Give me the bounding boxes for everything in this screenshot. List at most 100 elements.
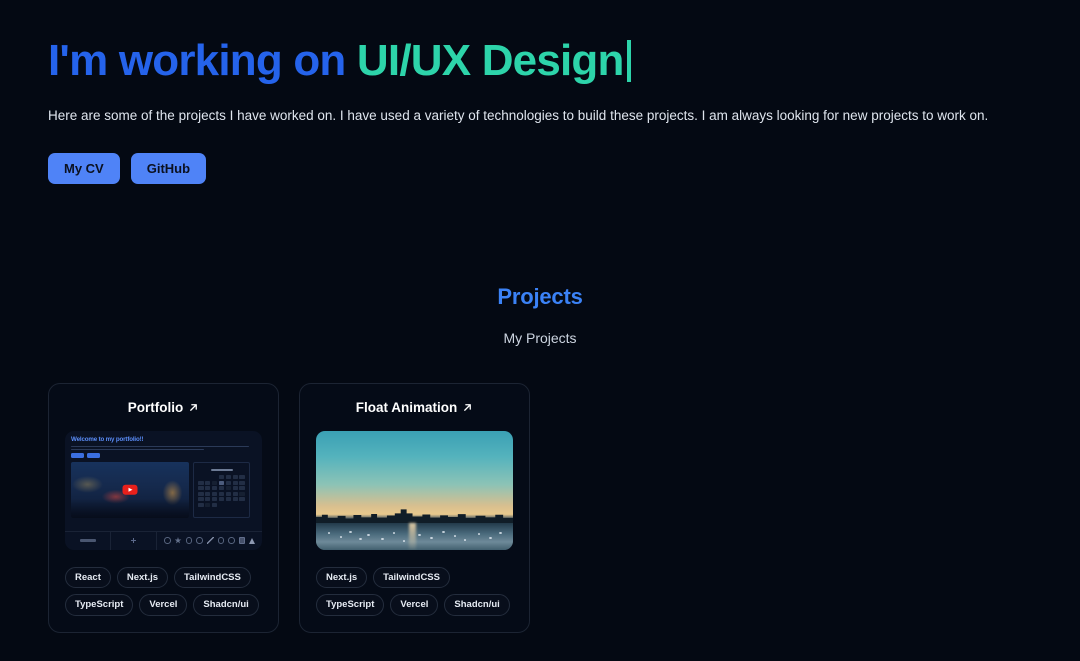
boat-dot — [499, 531, 502, 534]
calendar-day-cell — [239, 474, 245, 480]
refresh-icon — [228, 537, 235, 544]
my-cv-button[interactable]: My CV — [48, 152, 120, 184]
calendar-day-cell — [225, 491, 232, 496]
boat-dot — [392, 531, 396, 534]
calendar-day-cell — [239, 486, 245, 491]
calendar-day-cell — [239, 491, 245, 496]
hero-section: I'm working on UI/UX Design Here are som… — [0, 0, 1080, 184]
calendar-day-cell — [204, 497, 211, 502]
tech-tag[interactable]: Vercel — [139, 594, 188, 617]
calendar-day-cell — [198, 475, 204, 479]
plus-icon — [131, 538, 136, 544]
calendar-day-cell — [239, 503, 245, 507]
calendar-day-cell — [198, 480, 204, 485]
tech-tag[interactable]: Shadcn/ui — [193, 594, 259, 617]
boat-dot — [463, 538, 467, 541]
boat-dot — [339, 536, 343, 539]
page-title-highlight: UI/UX Design — [356, 36, 624, 85]
boat-dot — [367, 534, 370, 537]
calendar-day-cell — [218, 480, 225, 485]
calendar-grid — [193, 461, 250, 518]
calendar-day-cell — [233, 503, 239, 507]
tech-tag[interactable]: TypeScript — [65, 594, 134, 617]
calendar-day-cell — [225, 474, 232, 480]
toolbar-label-cell — [65, 531, 111, 550]
arrow-up-right-icon[interactable] — [462, 402, 473, 413]
calendar-day-cell — [239, 497, 245, 502]
calendar-day-cell — [204, 480, 211, 485]
toolbar-icon-row — [157, 537, 262, 545]
circle-icon — [196, 537, 203, 544]
boat-dot — [477, 532, 481, 535]
calendar-day-cell — [226, 503, 232, 507]
project-card-float-animation[interactable]: Float Animation Next.js TailwindCSS TypeSc… — [299, 382, 530, 634]
tech-tag[interactable]: Next.js — [116, 566, 169, 589]
calendar-day-cell — [232, 480, 239, 485]
page-title-prefix: I'm working on — [48, 36, 357, 85]
tech-tag[interactable]: TypeScript — [316, 594, 385, 617]
calendar-day-cell — [204, 491, 211, 496]
pen-icon — [206, 537, 214, 545]
image-icon — [238, 537, 245, 544]
screenshot-button — [71, 452, 84, 458]
projects-subheading: My Projects — [503, 329, 577, 346]
calendar-day-cell — [204, 502, 211, 508]
calendar-day-cell — [232, 486, 239, 491]
calendar-day-cell — [218, 474, 225, 480]
tech-tag[interactable]: TailwindCSS — [174, 566, 251, 589]
tech-tag[interactable]: React — [65, 566, 111, 589]
tech-tag-list: Next.js TailwindCSS TypeScript Vercel Shadcn… — [314, 566, 515, 617]
calendar-day-cell — [198, 497, 204, 502]
calendar-day-cell — [218, 497, 225, 502]
screenshot-paragraph-lines — [71, 445, 256, 450]
calendar-day-cell — [232, 474, 239, 480]
screenshot-button — [87, 452, 100, 458]
boat-dot — [402, 539, 406, 542]
calendar-day-cell — [225, 480, 232, 485]
boat-dot — [359, 538, 362, 541]
projects-section: Projects My Projects — [0, 284, 1080, 346]
play-button-icon — [122, 484, 138, 496]
calendar-day-cell — [219, 503, 225, 507]
tech-tag[interactable]: Next.js — [316, 566, 368, 589]
projects-heading: Projects — [497, 283, 583, 309]
calendar-day-cell — [232, 497, 239, 502]
project-preview-float-animation[interactable] — [316, 430, 513, 550]
project-card-portfolio[interactable]: Portfolio Welcome to my portfolio!! Reac… — [48, 382, 279, 634]
screenshot-toolbar — [65, 530, 262, 550]
tech-tag[interactable]: TailwindCSS — [373, 566, 450, 589]
calendar-day-cell — [225, 497, 232, 502]
calendar-day-cell — [225, 486, 232, 491]
hero-button-group: My CV GitHub — [48, 152, 1032, 184]
calendar-day-cell — [198, 486, 204, 491]
calendar-day-cell — [239, 480, 245, 485]
calendar-day-cell — [212, 475, 218, 479]
boat-dot — [327, 532, 331, 535]
page-title: I'm working on UI/UX Design — [48, 36, 1032, 85]
project-preview-portfolio[interactable]: Welcome to my portfolio!! — [65, 430, 262, 550]
project-card-header: Float Animation — [314, 398, 515, 418]
calendar-day-cell — [198, 491, 204, 496]
circle-icon — [164, 537, 171, 544]
calendar-day-cell — [211, 486, 218, 491]
calendar-day-cell — [211, 497, 218, 502]
screenshot-buttons — [71, 452, 256, 458]
boat-dot — [489, 536, 492, 539]
text-line — [71, 448, 205, 450]
boats-layer — [316, 528, 513, 542]
arrow-up-right-icon[interactable] — [188, 402, 199, 413]
hero-subtitle: Here are some of the projects I have wor… — [48, 108, 989, 124]
boat-dot — [349, 530, 352, 533]
boat-dot — [453, 535, 457, 538]
screenshot-headline: Welcome to my portfolio!! — [71, 435, 144, 443]
calendar-day-cell — [211, 491, 218, 496]
website-screenshot: Welcome to my portfolio!! — [65, 430, 262, 550]
github-button[interactable]: GitHub — [130, 152, 207, 184]
tech-tag[interactable]: Shadcn/ui — [444, 594, 510, 617]
screenshot-body — [65, 461, 262, 518]
calendar-day-cell — [211, 502, 218, 508]
project-card-title: Portfolio — [127, 400, 184, 416]
tech-tag[interactable]: Vercel — [390, 594, 439, 617]
circle-icon — [185, 537, 192, 544]
calendar-month-label — [210, 468, 233, 472]
